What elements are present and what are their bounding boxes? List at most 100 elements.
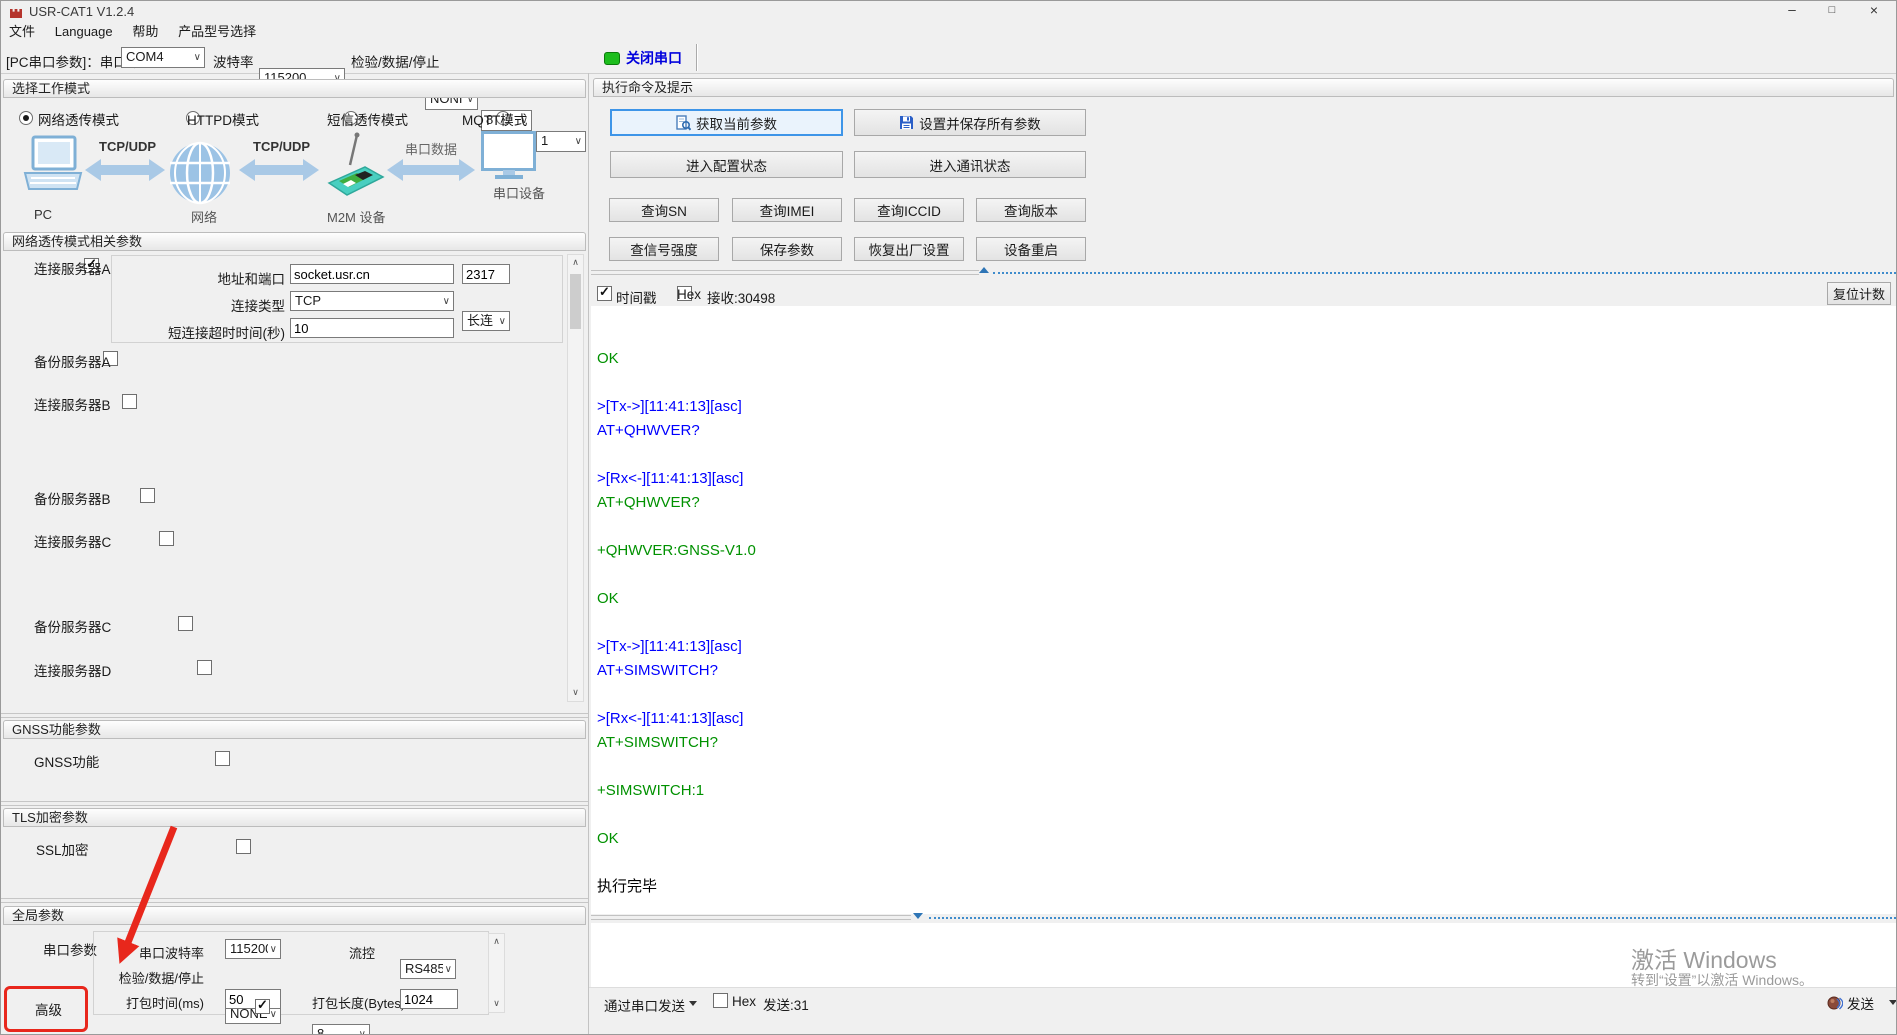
timestamp-checkbox[interactable] bbox=[597, 286, 612, 301]
diagram-node-network-label: 网络 bbox=[191, 207, 217, 226]
log-line: OK bbox=[597, 347, 1896, 371]
conn-type-select[interactable]: TCP bbox=[290, 291, 454, 311]
server-c-checkbox[interactable] bbox=[159, 531, 174, 546]
left-panel: 选择工作模式 网络透传模式 HTTPD模式 短信透传模式 MQTT模式 PC T… bbox=[1, 73, 589, 1035]
log-area[interactable]: … OK >[Tx->][11:41:13][asc] AT+QHWVER? >… bbox=[591, 306, 1896, 914]
close-port-button[interactable]: 关闭串口 bbox=[604, 45, 690, 71]
log-line: >[Tx->][11:41:13][asc] bbox=[597, 395, 1896, 419]
save-params-button[interactable]: 保存参数 bbox=[732, 237, 842, 261]
pack-len-input[interactable] bbox=[400, 989, 458, 1009]
query-signal-button[interactable]: 查信号强度 bbox=[609, 237, 719, 261]
scrollbar-thumb[interactable] bbox=[570, 274, 581, 329]
log-line: OK bbox=[597, 827, 1896, 851]
send-via-serial-dropdown[interactable]: 通过串口发送 bbox=[604, 995, 685, 1015]
maximize-button[interactable]: □ bbox=[1813, 1, 1851, 21]
serial-device-monitor-icon bbox=[481, 131, 537, 181]
log-line: 执行完毕 bbox=[597, 875, 1896, 899]
close-button[interactable]: × bbox=[1853, 1, 1895, 21]
scroll-up-icon[interactable]: ∧ bbox=[489, 934, 504, 950]
serial-params-fieldset: 串口波特率 115200 流控 RS485 检验/数据/停止 NONE 8 1 … bbox=[93, 931, 489, 1015]
send-globe-icon bbox=[1827, 995, 1843, 1011]
app-logo-icon bbox=[9, 5, 23, 19]
send-button[interactable]: 发送 bbox=[1827, 992, 1883, 1014]
ssl-checkbox[interactable] bbox=[236, 839, 251, 854]
diagram-link1-label: TCP/UDP bbox=[99, 139, 156, 154]
floppy-icon bbox=[899, 115, 914, 130]
get-current-params-button[interactable]: 获取当前参数 bbox=[610, 109, 843, 136]
gnss-checkbox[interactable] bbox=[215, 751, 230, 766]
advanced-checkbox[interactable] bbox=[255, 999, 270, 1014]
parity-label: 检验/数据/停止 bbox=[351, 51, 440, 71]
radio-net-transparent-mode[interactable] bbox=[19, 111, 33, 125]
enter-comm-state-button[interactable]: 进入通讯状态 bbox=[854, 151, 1086, 178]
flow-label: 流控 bbox=[349, 943, 375, 962]
m2m-device-icon bbox=[323, 131, 387, 211]
timeout-label: 短连接超时时间(秒) bbox=[117, 322, 285, 342]
chevron-down-icon[interactable] bbox=[1889, 1000, 1897, 1005]
query-sn-button[interactable]: 查询SN bbox=[609, 198, 719, 222]
query-iccid-button[interactable]: 查询ICCID bbox=[854, 198, 964, 222]
backup-server-c-checkbox[interactable] bbox=[178, 616, 193, 631]
log-line bbox=[597, 851, 1896, 875]
splitter-dotted-handle[interactable] bbox=[929, 917, 1896, 919]
enter-config-state-button[interactable]: 进入配置状态 bbox=[610, 151, 843, 178]
set-save-all-params-button[interactable]: 设置并保存所有参数 bbox=[854, 109, 1086, 136]
server-address-input[interactable] bbox=[290, 264, 454, 284]
collapse-up-icon[interactable] bbox=[979, 267, 989, 273]
collapse-down-icon[interactable] bbox=[913, 913, 923, 919]
flow-select[interactable]: RS485 bbox=[400, 959, 456, 979]
double-arrow-icon bbox=[85, 159, 165, 181]
splitter-dotted-handle[interactable] bbox=[993, 272, 1896, 274]
log-line: AT+SIMSWITCH? bbox=[597, 731, 1896, 755]
g-databits-select[interactable]: 8 bbox=[312, 1024, 370, 1035]
pack-time-input[interactable] bbox=[225, 989, 281, 1009]
radio-net-transparent-label: 网络透传模式 bbox=[38, 109, 119, 129]
minimize-button[interactable]: – bbox=[1773, 1, 1811, 21]
log-line: >[Rx<-][11:41:13][asc] bbox=[597, 467, 1896, 491]
h-splitter[interactable] bbox=[591, 915, 911, 916]
menu-file[interactable]: 文件 bbox=[1, 22, 43, 41]
backup-server-a-label: 备份服务器A bbox=[34, 351, 111, 371]
log-line bbox=[597, 611, 1896, 635]
menu-product-model[interactable]: 产品型号选择 bbox=[170, 22, 264, 41]
baud-label: 波特率 bbox=[213, 51, 254, 71]
port-open-led-icon bbox=[604, 52, 620, 65]
query-imei-button[interactable]: 查询IMEI bbox=[732, 198, 842, 222]
scroll-down-icon[interactable]: ∨ bbox=[489, 996, 504, 1012]
h-splitter[interactable] bbox=[591, 270, 979, 271]
menu-language[interactable]: Language bbox=[47, 22, 121, 41]
h-splitter[interactable] bbox=[591, 919, 911, 920]
factory-reset-button[interactable]: 恢复出厂设置 bbox=[854, 237, 964, 261]
g-baud-select[interactable]: 115200 bbox=[225, 939, 281, 959]
conn-type-label: 连接类型 bbox=[142, 295, 285, 315]
rx-hex-label: Hex bbox=[677, 287, 701, 302]
net-params-scrollbar[interactable]: ∧ ∨ bbox=[567, 254, 584, 702]
menu-help[interactable]: 帮助 bbox=[124, 22, 166, 41]
addr-port-label: 地址和端口 bbox=[142, 268, 285, 288]
doc-search-icon bbox=[676, 115, 691, 131]
backup-server-b-checkbox[interactable] bbox=[140, 488, 155, 503]
scroll-down-icon[interactable]: ∨ bbox=[568, 685, 583, 701]
chevron-down-icon[interactable] bbox=[689, 1001, 697, 1006]
backup-server-c-label: 备份服务器C bbox=[34, 616, 111, 636]
diagram-link3-label: 串口数据 bbox=[405, 139, 457, 158]
timeout-input[interactable] bbox=[290, 318, 454, 338]
conn-mode-select[interactable]: 长连 bbox=[462, 311, 510, 331]
tx-hex-checkbox[interactable] bbox=[713, 993, 728, 1008]
h-splitter[interactable] bbox=[591, 274, 979, 275]
server-d-checkbox[interactable] bbox=[197, 660, 212, 675]
scroll-up-icon[interactable]: ∧ bbox=[568, 255, 583, 271]
double-arrow-icon bbox=[387, 159, 475, 181]
tx-hex-label: Hex bbox=[732, 994, 756, 1009]
device-restart-button[interactable]: 设备重启 bbox=[976, 237, 1086, 261]
pack-len-label: 打包长度(Bytes) bbox=[312, 993, 397, 1012]
global-params-scrollbar[interactable]: ∧ ∨ bbox=[488, 933, 505, 1013]
server-port-input[interactable] bbox=[462, 264, 510, 284]
query-version-button[interactable]: 查询版本 bbox=[976, 198, 1086, 222]
advanced-highlight-box bbox=[4, 986, 88, 1032]
com-port-select[interactable]: COM4 bbox=[121, 47, 205, 68]
log-line bbox=[597, 803, 1896, 827]
reset-count-button[interactable]: 复位计数 bbox=[1827, 282, 1891, 305]
server-b-checkbox[interactable] bbox=[122, 394, 137, 409]
serial-toolbar: [PC串口参数]：串口号 COM4 波特率 115200 检验/数据/停止 NO… bbox=[1, 42, 1897, 74]
